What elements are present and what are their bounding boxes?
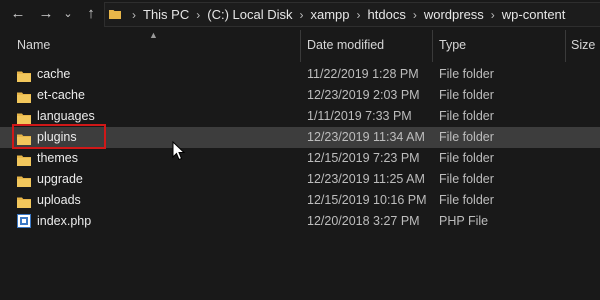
- file-name: upgrade: [37, 172, 83, 186]
- column-divider[interactable]: [300, 30, 301, 62]
- folder-icon: [109, 10, 121, 19]
- file-date-modified: 12/15/2019 10:16 PM: [307, 193, 427, 207]
- file-date-modified: 1/11/2019 7:33 PM: [307, 109, 412, 123]
- file-date-modified: 12/23/2019 11:34 AM: [307, 130, 425, 144]
- folder-icon: [17, 152, 31, 166]
- address-bar[interactable]: › This PC › (C:) Local Disk › xampp › ht…: [104, 2, 600, 27]
- folder-icon: [17, 110, 31, 124]
- chevron-right-icon[interactable]: ›: [127, 8, 141, 22]
- sort-ascending-icon: ▲: [149, 30, 158, 40]
- file-name: index.php: [37, 214, 92, 228]
- breadcrumb-wordpress[interactable]: wordpress: [422, 7, 486, 22]
- file-type: File folder: [439, 130, 494, 144]
- column-header-size[interactable]: Size: [571, 38, 595, 52]
- file-row[interactable]: themes 12/15/2019 7:23 PM File folder: [0, 148, 600, 169]
- chevron-down-icon[interactable]: ⌄: [60, 4, 76, 24]
- arrow-right-icon[interactable]: →: [36, 4, 56, 24]
- navigation-bar: ← → ⌄ ↑ › This PC › (C:) Local Disk › xa…: [0, 0, 600, 30]
- file-type: File folder: [439, 109, 494, 123]
- folder-icon: [17, 173, 31, 187]
- file-type: File folder: [439, 193, 494, 207]
- file-row[interactable]: cache 11/22/2019 1:28 PM File folder: [0, 64, 600, 85]
- chevron-right-icon[interactable]: ›: [191, 8, 205, 22]
- file-row[interactable]: index.php 12/20/2018 3:27 PM PHP File: [0, 211, 600, 232]
- file-date-modified: 11/22/2019 1:28 PM: [307, 67, 419, 81]
- file-name: themes: [37, 151, 78, 165]
- chevron-right-icon[interactable]: ›: [486, 8, 500, 22]
- file-date-modified: 12/23/2019 11:25 AM: [307, 172, 425, 186]
- file-date-modified: 12/23/2019 2:03 PM: [307, 88, 420, 102]
- file-row[interactable]: upgrade 12/23/2019 11:25 AM File folder: [0, 169, 600, 190]
- chevron-right-icon[interactable]: ›: [352, 8, 366, 22]
- breadcrumb-htdocs[interactable]: htdocs: [366, 7, 408, 22]
- folder-icon: [17, 89, 31, 103]
- arrow-up-icon[interactable]: ↑: [82, 4, 100, 24]
- mouse-cursor-icon: [172, 141, 186, 161]
- breadcrumb-this-pc[interactable]: This PC: [141, 7, 191, 22]
- arrow-left-icon[interactable]: ←: [8, 4, 28, 24]
- file-type: File folder: [439, 151, 494, 165]
- folder-icon: [17, 194, 31, 208]
- breadcrumb: › This PC › (C:) Local Disk › xampp › ht…: [127, 3, 567, 26]
- php-file-icon: [17, 214, 31, 228]
- file-row[interactable]: et-cache 12/23/2019 2:03 PM File folder: [0, 85, 600, 106]
- file-name: uploads: [37, 193, 81, 207]
- file-row[interactable]: plugins 12/23/2019 11:34 AM File folder: [0, 124, 600, 149]
- folder-icon: [17, 68, 31, 82]
- breadcrumb-wp-content[interactable]: wp-content: [500, 7, 568, 22]
- column-divider[interactable]: [565, 30, 566, 62]
- file-date-modified: 12/15/2019 7:23 PM: [307, 151, 420, 165]
- chevron-right-icon[interactable]: ›: [294, 8, 308, 22]
- file-type: File folder: [439, 88, 494, 102]
- column-header-type[interactable]: Type: [439, 38, 466, 52]
- file-type: PHP File: [439, 214, 489, 228]
- highlight-box: [12, 124, 106, 149]
- column-header-name[interactable]: Name: [17, 38, 50, 52]
- chevron-right-icon[interactable]: ›: [408, 8, 422, 22]
- file-name: et-cache: [37, 88, 85, 102]
- file-name: cache: [37, 67, 71, 81]
- breadcrumb-local-disk[interactable]: (C:) Local Disk: [205, 7, 294, 22]
- breadcrumb-xampp[interactable]: xampp: [308, 7, 351, 22]
- column-divider[interactable]: [432, 30, 433, 62]
- file-date-modified: 12/20/2018 3:27 PM: [307, 214, 420, 228]
- file-type: File folder: [439, 67, 494, 81]
- file-type: File folder: [439, 172, 494, 186]
- column-header-date-modified[interactable]: Date modified: [307, 38, 384, 52]
- file-row[interactable]: uploads 12/15/2019 10:16 PM File folder: [0, 190, 600, 211]
